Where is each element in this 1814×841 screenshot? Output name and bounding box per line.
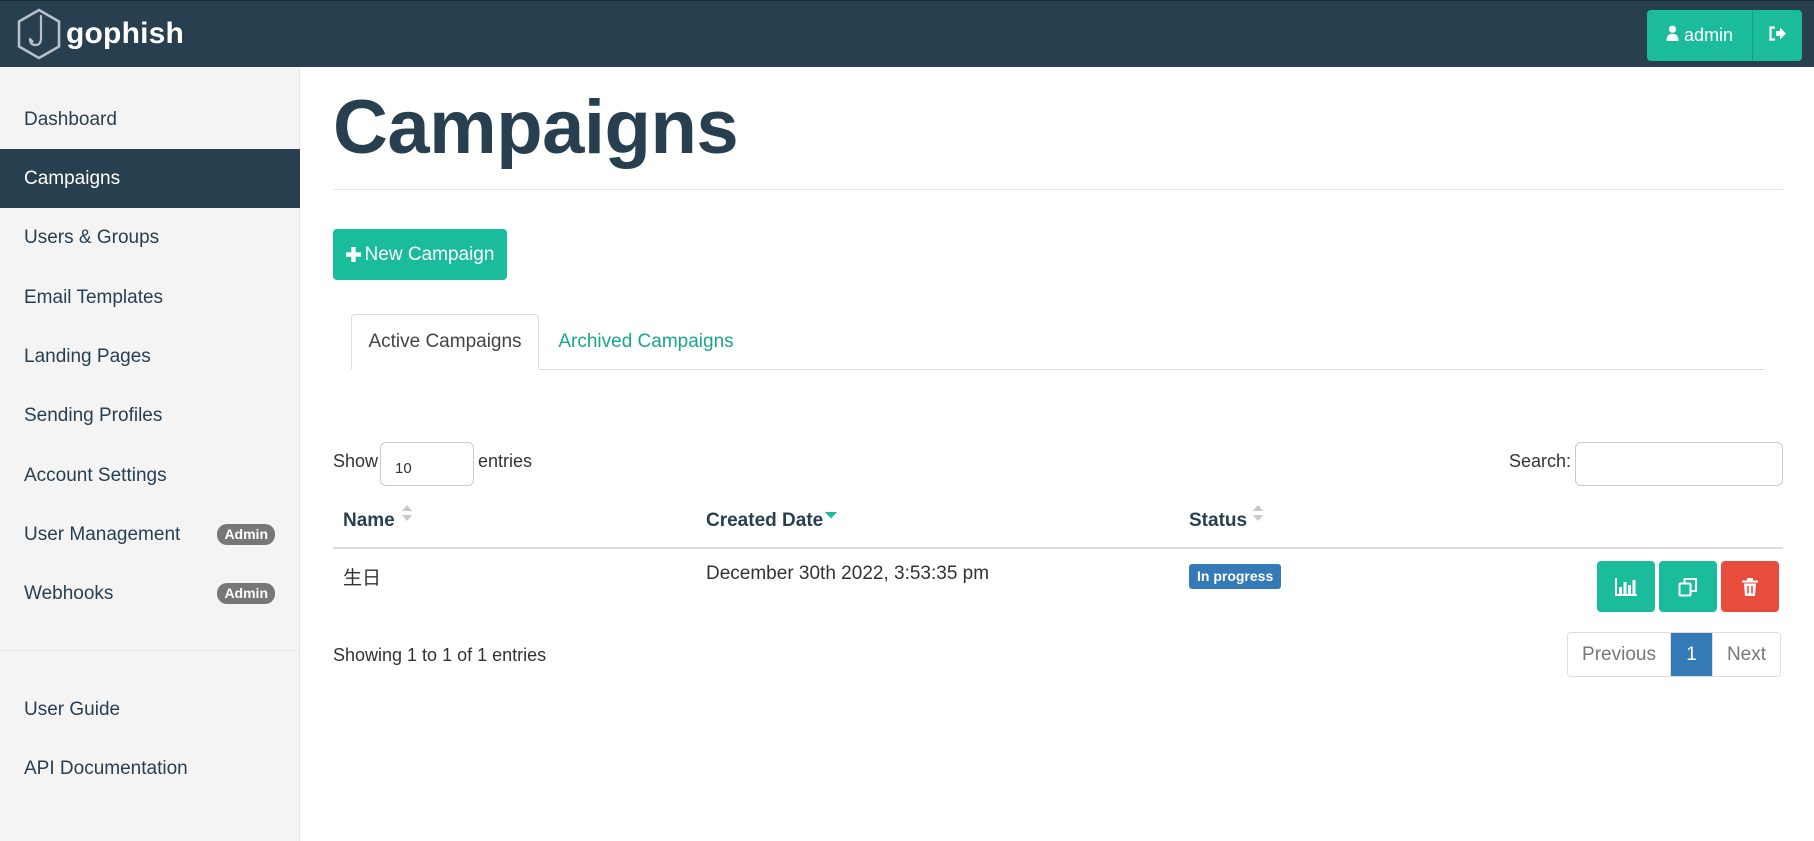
length-entries-label: entries (478, 451, 533, 471)
pagination-next[interactable]: Next (1712, 633, 1780, 676)
sidebar-item-label: Users & Groups (24, 226, 160, 248)
sidebar-item-label: User Guide (24, 698, 121, 720)
sidebar-item-email-templates[interactable]: Email Templates (0, 268, 300, 327)
tab-archived-campaigns[interactable]: Archived Campaigns (551, 314, 741, 370)
sidebar: Dashboard Campaigns Users & Groups Email… (0, 67, 300, 841)
sort-icon[interactable] (401, 504, 413, 522)
account-button[interactable]: admin (1646, 10, 1753, 61)
title-divider (333, 189, 1783, 190)
campaign-name-cell: 生日 (343, 568, 382, 589)
copy-icon (1678, 577, 1697, 596)
sidebar-item-api-documentation[interactable]: API Documentation (0, 739, 300, 798)
tab-label: Active Campaigns (368, 331, 522, 352)
trash-icon (1742, 577, 1758, 596)
sidebar-item-campaigns[interactable]: Campaigns (0, 149, 300, 208)
new-campaign-label: New Campaign (364, 243, 495, 265)
column-header-created-date[interactable]: Created Date (706, 510, 823, 532)
bar-chart-icon (1615, 577, 1637, 596)
pagination: Previous 1 Next (1567, 632, 1781, 677)
brand-name: gophish (66, 17, 185, 50)
sidebar-item-users-groups[interactable]: Users & Groups (0, 208, 300, 267)
sidebar-item-label: Campaigns (24, 167, 121, 189)
campaign-created-cell: December 30th 2022, 3:53:35 pm (706, 563, 990, 584)
sidebar-item-user-guide[interactable]: User Guide (0, 680, 300, 739)
sidebar-item-label: Email Templates (24, 286, 164, 308)
brand[interactable]: gophish (16, 7, 184, 61)
sidebar-item-label: User Management (24, 523, 181, 545)
top-navbar: gophish admin (0, 0, 1814, 67)
page-title: Campaigns (333, 85, 739, 170)
sidebar-item-user-management[interactable]: User Management Admin (0, 505, 300, 564)
sidebar-divider (0, 650, 300, 651)
sort-descending-icon[interactable] (825, 504, 837, 522)
sidebar-item-account-settings[interactable]: Account Settings (0, 446, 300, 505)
sidebar-item-label: Account Settings (24, 464, 167, 486)
sidebar-item-label: Landing Pages (24, 345, 151, 367)
status-badge: In progress (1189, 564, 1282, 589)
delete-campaign-button[interactable] (1721, 561, 1779, 612)
view-results-button[interactable] (1597, 561, 1655, 612)
copy-campaign-button[interactable] (1659, 561, 1717, 612)
table-info: Showing 1 to 1 of 1 entries (333, 645, 547, 665)
sidebar-item-landing-pages[interactable]: Landing Pages (0, 327, 300, 386)
gophish-logo-icon (17, 8, 61, 60)
sidebar-item-sending-profiles[interactable]: Sending Profiles (0, 386, 300, 445)
search-input[interactable] (1575, 442, 1783, 486)
plus-icon (345, 242, 361, 268)
sidebar-item-label: Dashboard (24, 108, 117, 130)
new-campaign-button[interactable]: New Campaign (333, 229, 507, 280)
user-icon (1666, 25, 1679, 46)
sort-icon[interactable] (1252, 504, 1264, 522)
sidebar-item-label: Sending Profiles (24, 404, 163, 426)
tab-active-campaigns[interactable]: Active Campaigns (351, 314, 539, 370)
sidebar-item-label: Webhooks (24, 582, 114, 604)
search-label: Search: (1509, 451, 1572, 471)
column-header-name[interactable]: Name (343, 510, 395, 532)
sidebar-item-label: API Documentation (24, 757, 188, 779)
sign-out-icon (1768, 25, 1787, 46)
entries-length-select[interactable]: 10 (380, 442, 474, 486)
pagination-previous[interactable]: Previous (1568, 633, 1671, 676)
column-header-status[interactable]: Status (1189, 510, 1247, 532)
sidebar-item-webhooks[interactable]: Webhooks Admin (0, 564, 300, 623)
admin-badge: Admin (217, 524, 275, 545)
length-show-label: Show (333, 451, 379, 471)
user-menu: admin (1646, 10, 1802, 61)
pagination-page-1[interactable]: 1 (1671, 633, 1712, 676)
admin-badge: Admin (217, 583, 275, 604)
table-header-divider (333, 547, 1783, 549)
logout-button[interactable] (1753, 10, 1802, 61)
account-username: admin (1683, 25, 1733, 45)
sidebar-item-dashboard[interactable]: Dashboard (0, 90, 300, 149)
tab-label: Archived Campaigns (558, 331, 734, 352)
